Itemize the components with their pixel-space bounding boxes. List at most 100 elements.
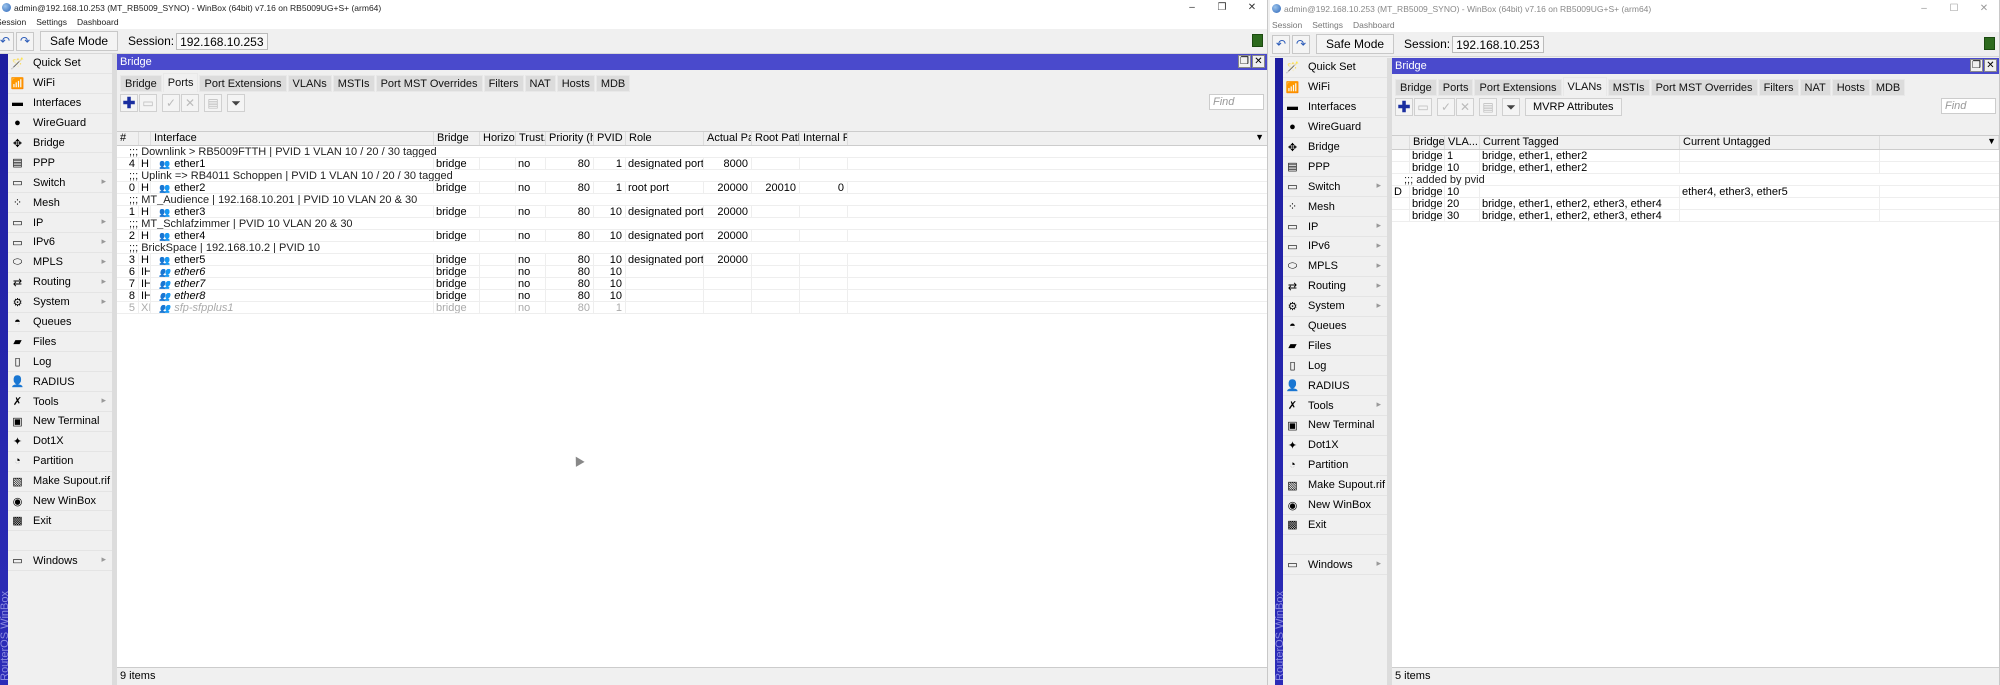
undo-button[interactable]: ↶ <box>0 31 14 51</box>
sidebar-item-ppp[interactable]: ▤ PPP <box>8 153 112 174</box>
tab-ports[interactable]: Ports <box>1437 79 1474 96</box>
column-header-trust[interactable]: Trust... <box>516 132 546 145</box>
sidebar-item-radius[interactable]: 👤 RADIUS <box>1283 376 1387 397</box>
sidebar-item-new-winbox[interactable]: ◉ New WinBox <box>8 492 112 512</box>
sidebar-item-queues[interactable]: ◓ Queues <box>1283 317 1387 337</box>
sidebar-item-mpls[interactable]: ⬭ MPLS ▸ <box>1283 257 1387 277</box>
menu-session[interactable]: Session <box>1272 20 1302 30</box>
sidebar-item-mesh[interactable]: ⁘ Mesh <box>8 193 112 214</box>
tab-vlans[interactable]: VLANs <box>1562 77 1607 96</box>
find-input[interactable]: Find <box>1941 98 1996 114</box>
sidebar-item-files[interactable]: ▰ Files <box>8 332 112 353</box>
column-header-root-path[interactable]: Root Path... <box>752 132 800 145</box>
table-row[interactable]: 6 IH 👥 ether6 bridge no 80 10 <box>117 266 1267 278</box>
tab-nat[interactable]: NAT <box>524 75 556 92</box>
safe-mode-button[interactable]: Safe Mode <box>1316 34 1395 54</box>
sidebar-item-ppp[interactable]: ▤ PPP <box>1283 157 1387 178</box>
add-button[interactable]: ✚ <box>120 94 138 112</box>
column-header-current-untagged[interactable]: Current Untagged <box>1680 136 1880 149</box>
tab-filters[interactable]: Filters <box>1758 79 1799 96</box>
sidebar-item-windows[interactable]: ▭ Windows ▸ <box>8 551 112 572</box>
sidebar-item-exit[interactable]: ▩ Exit <box>1283 515 1387 536</box>
column-header-role[interactable]: Role <box>626 132 704 145</box>
sidebar-item-files[interactable]: ▰ Files <box>1283 336 1387 357</box>
column-header-flags[interactable] <box>139 132 151 145</box>
sidebar-item-make-supout-rif[interactable]: ▧ Make Supout.rif <box>8 472 112 492</box>
tab-mdb[interactable]: MDB <box>595 75 631 92</box>
sidebar-item-mpls[interactable]: ⬭ MPLS ▸ <box>8 253 112 273</box>
sidebar-item-ipv6[interactable]: ▭ IPv6 ▸ <box>8 233 112 253</box>
column-header-bridge[interactable]: Bridge <box>1410 136 1445 149</box>
tab-mstis[interactable]: MSTIs <box>1607 79 1650 96</box>
tab-bridge[interactable]: Bridge <box>1395 79 1437 96</box>
sidebar-item-bridge[interactable]: ✥ Bridge <box>8 134 112 154</box>
column-header-flags[interactable]: # <box>117 132 139 145</box>
table-row[interactable]: 7 IH 👥 ether7 bridge no 80 10 <box>117 278 1267 290</box>
column-header-priority-hex[interactable]: Priority (hex) <box>546 132 594 145</box>
menu-settings[interactable]: Settings <box>36 17 67 27</box>
safe-mode-button[interactable]: Safe Mode <box>40 31 119 51</box>
sidebar-item-wifi[interactable]: 📶 WiFi <box>8 74 112 94</box>
sidebar-item-dot1x[interactable]: ✦ Dot1X <box>1283 436 1387 456</box>
sidebar-item-interfaces[interactable]: ▬ Interfaces <box>1283 98 1387 118</box>
sidebar-item-mesh[interactable]: ⁘ Mesh <box>1283 197 1387 218</box>
sidebar-item-bridge[interactable]: ✥ Bridge <box>1283 138 1387 158</box>
table-row[interactable]: 4 H 👥 ether1 bridge no 80 1 designated port 8000 <box>117 158 1267 170</box>
find-input[interactable]: Find <box>1209 94 1264 110</box>
column-header-vla[interactable]: VLA... <box>1445 136 1480 149</box>
comment-button[interactable]: ▤ <box>1479 98 1497 116</box>
sidebar-item-make-supout-rif[interactable]: ▧ Make Supout.rif <box>1283 476 1387 496</box>
maximize-button[interactable]: ☐ <box>1939 0 1969 17</box>
sidebar-item-wireguard[interactable]: ● WireGuard <box>8 114 112 134</box>
table-row[interactable]: 8 IH 👥 ether8 bridge no 80 10 <box>117 290 1267 302</box>
sidebar-item-queues[interactable]: ◓ Queues <box>8 313 112 333</box>
tab-nat[interactable]: NAT <box>1799 79 1831 96</box>
sidebar-item-quick-set[interactable]: 🪄 Quick Set <box>1283 58 1387 78</box>
sidebar-item-routing[interactable]: ⇄ Routing ▸ <box>1283 277 1387 297</box>
sidebar-item-ip[interactable]: ▭ IP ▸ <box>1283 217 1387 238</box>
panel-maximize-button[interactable]: ❐ <box>1970 59 1983 72</box>
redo-button[interactable]: ↷ <box>1292 34 1310 54</box>
column-header-actual-pat[interactable]: Actual Pat... <box>704 132 752 145</box>
close-button[interactable]: ✕ <box>1237 0 1267 15</box>
table-row[interactable]: bridge 10 bridge, ether1, ether2 <box>1392 162 1999 174</box>
tab-hosts[interactable]: Hosts <box>1831 79 1870 96</box>
sidebar-item-system[interactable]: ⚙ System ▸ <box>1283 297 1387 317</box>
sidebar-item-radius[interactable]: 👤 RADIUS <box>8 372 112 393</box>
sidebar-item-dot1x[interactable]: ✦ Dot1X <box>8 432 112 452</box>
minimize-button[interactable]: – <box>1177 0 1207 15</box>
panel-close-button[interactable]: ✕ <box>1252 55 1265 68</box>
enable-button[interactable]: ✓ <box>1437 98 1455 116</box>
filter-button[interactable]: ⏷ <box>1502 98 1520 116</box>
sidebar-item-new-terminal[interactable]: ▣ New Terminal <box>1283 416 1387 436</box>
column-header-internal-r[interactable]: Internal R... <box>800 132 848 145</box>
sidebar-item-log[interactable]: ▯ Log <box>1283 356 1387 377</box>
minimize-button[interactable]: – <box>1909 0 1939 17</box>
sidebar-item-new-terminal[interactable]: ▣ New Terminal <box>8 412 112 432</box>
sidebar-item-interfaces[interactable]: ▬ Interfaces <box>8 94 112 114</box>
comment-row[interactable]: ;;; BrickSpace | 192.168.10.2 | PVID 10 <box>117 242 1267 254</box>
mvrp-attributes-button[interactable]: MVRP Attributes <box>1525 98 1622 116</box>
column-header-interface[interactable]: Interface <box>151 132 434 145</box>
table-row[interactable]: 2 H 👥 ether4 bridge no 80 10 designated port 2000… <box>117 230 1267 242</box>
enable-button[interactable]: ✓ <box>162 94 180 112</box>
menu-settings[interactable]: Settings <box>1312 20 1343 30</box>
table-row[interactable]: 0 H 👥 ether2 bridge no 80 1 root port 20000 20010 0 <box>117 182 1267 194</box>
close-button[interactable]: ✕ <box>1969 0 1999 17</box>
remove-button[interactable]: ▭ <box>1414 98 1432 116</box>
table-row[interactable]: 1 H 👥 ether3 bridge no 80 10 designated port 2000… <box>117 206 1267 218</box>
comment-button[interactable]: ▤ <box>204 94 222 112</box>
tab-vlans[interactable]: VLANs <box>287 75 332 92</box>
tab-bridge[interactable]: Bridge <box>120 75 162 92</box>
tab-filters[interactable]: Filters <box>483 75 524 92</box>
sidebar-item-ip[interactable]: ▭ IP ▸ <box>8 213 112 234</box>
comment-row[interactable]: ;;; Uplink => RB4011 Schoppen | PVID 1 V… <box>117 170 1267 182</box>
column-menu-dropdown-icon[interactable]: ▼ <box>1255 132 1264 142</box>
menu-dashboard[interactable]: Dashboard <box>1353 20 1395 30</box>
sidebar-item-quick-set[interactable]: 🪄 Quick Set <box>8 54 112 74</box>
menu-session[interactable]: Session <box>0 17 26 27</box>
table-row[interactable]: Dbridge 10 ether4, ether3, ether5 <box>1392 186 1999 198</box>
tab-mdb[interactable]: MDB <box>1870 79 1906 96</box>
sidebar-item-wifi[interactable]: 📶 WiFi <box>1283 78 1387 98</box>
sidebar-item-wireguard[interactable]: ● WireGuard <box>1283 118 1387 138</box>
